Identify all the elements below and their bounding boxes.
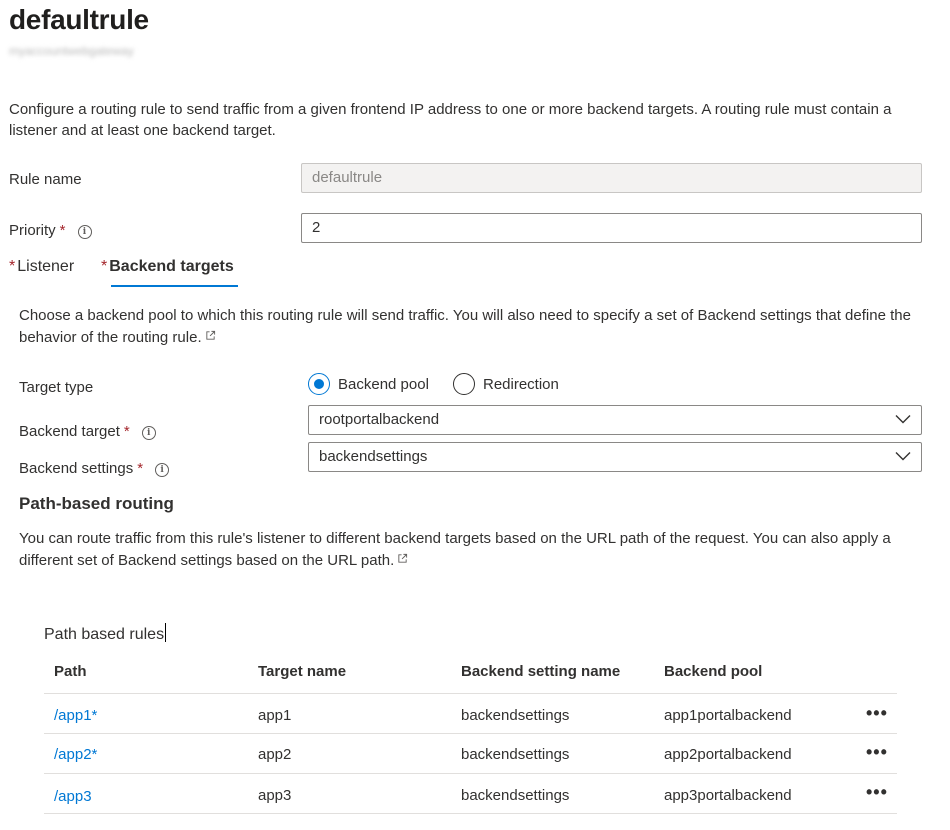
backend-settings-label-text: Backend settings bbox=[19, 460, 134, 477]
backend-target-dropdown[interactable]: rootportalbackend bbox=[308, 405, 922, 435]
column-header-backend-setting-name[interactable]: Backend setting name bbox=[461, 663, 620, 680]
row-path-link[interactable]: /app2* bbox=[54, 746, 97, 763]
path-routing-description: You can route traffic from this rule's l… bbox=[19, 528, 929, 572]
backend-target-label: Backend target * i bbox=[19, 423, 156, 440]
radio-unchecked[interactable] bbox=[453, 373, 475, 395]
column-header-path[interactable]: Path bbox=[54, 663, 87, 680]
row-backend-pool: app3portalbackend bbox=[664, 787, 792, 804]
row-divider bbox=[44, 813, 897, 814]
row-path-link[interactable]: /app3 bbox=[54, 788, 92, 805]
radio-backend-pool-label: Backend pool bbox=[338, 375, 429, 393]
external-link-icon[interactable] bbox=[397, 553, 408, 564]
tab-backend-targets[interactable]: * Backend targets bbox=[101, 258, 234, 276]
intro-text: Configure a routing rule to send traffic… bbox=[9, 101, 892, 139]
row-backend-setting: backendsettings bbox=[461, 787, 570, 804]
row-backend-pool: app1portalbackend bbox=[664, 707, 792, 724]
backend-settings-label: Backend settings * i bbox=[19, 460, 170, 477]
tab-listener-label: Listener bbox=[17, 258, 75, 275]
backend-settings-dropdown[interactable]: backendsettings bbox=[308, 442, 922, 472]
more-icon[interactable]: ••• bbox=[866, 743, 888, 761]
required-marker: * bbox=[101, 258, 108, 275]
info-icon[interactable]: i bbox=[141, 426, 156, 440]
radio-redirection[interactable]: Redirection bbox=[453, 373, 559, 395]
priority-label-text: Priority bbox=[9, 222, 56, 239]
path-routing-description-text: You can route traffic from this rule's l… bbox=[19, 530, 891, 569]
row-path-link[interactable]: /app1* bbox=[54, 707, 97, 724]
radio-checked[interactable] bbox=[308, 373, 330, 395]
row-backend-setting: backendsettings bbox=[461, 746, 570, 763]
external-link-icon[interactable] bbox=[205, 330, 216, 341]
required-marker: * bbox=[59, 222, 66, 239]
tab-backend-targets-label: Backend targets bbox=[109, 258, 234, 275]
priority-field[interactable]: 2 bbox=[301, 213, 922, 243]
chevron-down-icon bbox=[895, 452, 911, 461]
required-marker: * bbox=[137, 460, 144, 477]
grid-title-text: Path based rules bbox=[44, 626, 165, 643]
header-divider bbox=[44, 693, 897, 694]
backend-target-label-text: Backend target bbox=[19, 423, 120, 440]
priority-label: Priority * i bbox=[9, 222, 92, 239]
backend-target-value: rootportalbackend bbox=[319, 411, 440, 428]
info-icon[interactable]: i bbox=[155, 463, 170, 477]
grid-title: Path based rules bbox=[44, 623, 167, 644]
page-subtitle: myaccountwebgateway bbox=[9, 44, 134, 58]
backend-description: Choose a backend pool to which this rout… bbox=[19, 305, 929, 349]
rule-name-field[interactable]: defaultrule bbox=[301, 163, 922, 193]
row-backend-pool: app2portalbackend bbox=[664, 746, 792, 763]
info-icon[interactable]: i bbox=[77, 225, 92, 239]
text-cursor bbox=[165, 623, 167, 642]
row-backend-setting: backendsettings bbox=[461, 707, 570, 724]
path-routing-heading: Path-based routing bbox=[19, 494, 174, 513]
page-title: defaultrule bbox=[9, 4, 149, 35]
backend-description-text: Choose a backend pool to which this rout… bbox=[19, 307, 911, 346]
row-target-name: app1 bbox=[258, 707, 292, 724]
row-target-name: app2 bbox=[258, 746, 292, 763]
required-marker: * bbox=[9, 258, 16, 275]
rule-name-label: Rule name bbox=[9, 171, 82, 188]
column-header-backend-pool[interactable]: Backend pool bbox=[664, 663, 762, 680]
active-tab-indicator bbox=[111, 285, 238, 287]
column-header-target-name[interactable]: Target name bbox=[258, 663, 346, 680]
tab-listener[interactable]: * Listener bbox=[9, 258, 74, 276]
target-type-label: Target type bbox=[19, 379, 94, 396]
more-icon[interactable]: ••• bbox=[866, 704, 888, 722]
chevron-down-icon bbox=[895, 415, 911, 424]
required-marker: * bbox=[123, 423, 130, 440]
row-target-name: app3 bbox=[258, 787, 292, 804]
row-divider bbox=[44, 773, 897, 774]
backend-settings-value: backendsettings bbox=[319, 448, 428, 465]
more-icon[interactable]: ••• bbox=[866, 783, 888, 801]
rule-name-label-text: Rule name bbox=[9, 171, 82, 188]
row-divider bbox=[44, 733, 897, 734]
radio-backend-pool[interactable]: Backend pool bbox=[308, 373, 429, 395]
radio-redirection-label: Redirection bbox=[483, 375, 559, 393]
